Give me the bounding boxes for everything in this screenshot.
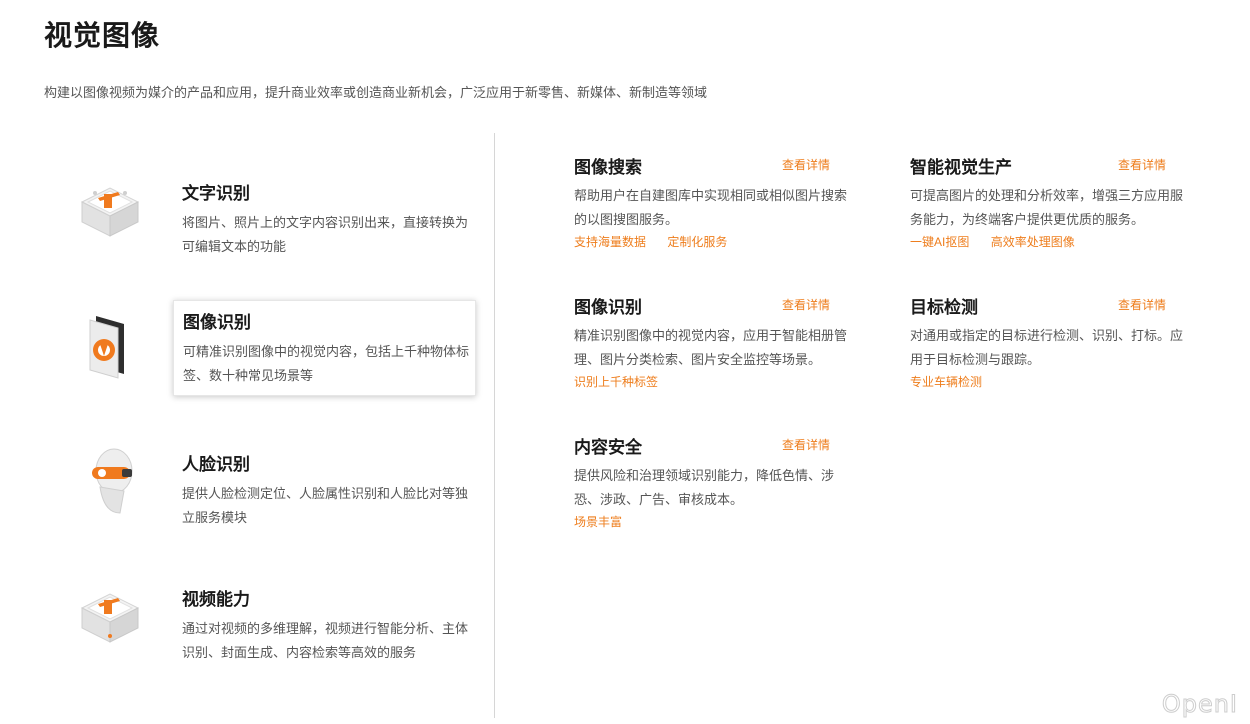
category-title: 图像识别 (183, 313, 251, 332)
category-description: 将图片、照片上的文字内容识别出来，直接转换为可编辑文本的功能 (182, 215, 469, 254)
product-title: 智能视觉生产 (910, 158, 1012, 177)
product-image-search: 图像搜索 查看详情 帮助用户在自建图库中实现相同或相似图片搜索的以图搜图服务。 … (574, 156, 859, 266)
category-description: 通过对视频的多维理解，视频进行智能分析、主体识别、封面生成、内容检索等高效的服务 (182, 621, 469, 660)
category-video[interactable]: 视频能力 通过对视频的多维理解，视频进行智能分析、主体识别、封面生成、内容检索等… (60, 578, 480, 678)
view-details-link[interactable]: 查看详情 (1118, 156, 1166, 174)
category-description: 可精准识别图像中的视觉内容，包括上千种物体标签、数十种常见场景等 (183, 344, 470, 383)
view-details-link[interactable]: 查看详情 (782, 156, 830, 174)
view-details-link[interactable]: 查看详情 (782, 296, 830, 314)
category-card[interactable]: 图像识别 可精准识别图像中的视觉内容，包括上千种物体标签、数十种常见场景等 (173, 300, 476, 396)
watermark: OpenI (1161, 690, 1238, 719)
product-title: 图像识别 (574, 298, 642, 317)
category-title: 视频能力 (182, 590, 250, 609)
product-description: 对通用或指定的目标进行检测、识别、打标。应用于目标检测与跟踪。 (910, 328, 1184, 367)
product-description: 帮助用户在自建图库中实现相同或相似图片搜索的以图搜图服务。 (574, 188, 848, 227)
product-tag[interactable]: 定制化服务 (667, 235, 727, 249)
category-card[interactable]: 文字识别 将图片、照片上的文字内容识别出来，直接转换为可编辑文本的功能 (173, 172, 476, 268)
cube-video-icon (74, 578, 146, 650)
product-title: 图像搜索 (574, 158, 642, 177)
product-content-security: 内容安全 查看详情 提供风险和治理领域识别能力，降低色情、涉恐、涉政、广告、审核… (574, 436, 859, 546)
category-title: 人脸识别 (182, 455, 250, 474)
product-tag[interactable]: 一键AI抠图 (910, 235, 969, 249)
page-description: 构建以图像视频为媒介的产品和应用，提升商业效率或创造商业新机会，广泛应用于新零售… (44, 85, 708, 100)
category-title: 文字识别 (182, 184, 250, 203)
product-tag[interactable]: 识别上千种标签 (574, 375, 658, 389)
product-description: 提供风险和治理领域识别能力，降低色情、涉恐、涉政、广告、审核成本。 (574, 468, 835, 507)
product-tag[interactable]: 专业车辆检测 (910, 375, 982, 389)
category-face-recognition[interactable]: 人脸识别 提供人脸检测定位、人脸属性识别和人脸比对等独立服务模块 (60, 443, 480, 543)
product-image-recognition: 图像识别 查看详情 精准识别图像中的视觉内容，应用于智能相册管理、图片分类检索、… (574, 296, 859, 406)
cube-text-icon (74, 172, 146, 244)
view-details-link[interactable]: 查看详情 (1118, 296, 1166, 314)
category-card[interactable]: 人脸识别 提供人脸检测定位、人脸属性识别和人脸比对等独立服务模块 (173, 443, 476, 539)
page-title: 视觉图像 (44, 20, 161, 51)
product-smart-visual-production: 智能视觉生产 查看详情 可提高图片的处理和分析效率，增强三方应用服务能力，为终端… (910, 156, 1195, 266)
product-tag[interactable]: 高效率处理图像 (991, 235, 1075, 249)
product-tag[interactable]: 场景丰富 (574, 515, 622, 529)
category-description: 提供人脸检测定位、人脸属性识别和人脸比对等独立服务模块 (182, 486, 469, 525)
product-tag[interactable]: 支持海量数据 (574, 235, 646, 249)
product-title: 目标检测 (910, 298, 978, 317)
image-scan-icon (74, 308, 146, 380)
product-description: 精准识别图像中的视觉内容，应用于智能相册管理、图片分类检索、图片安全监控等场景。 (574, 328, 848, 367)
product-description: 可提高图片的处理和分析效率，增强三方应用服务能力，为终端客户提供更优质的服务。 (910, 188, 1184, 227)
product-title: 内容安全 (574, 438, 642, 457)
view-details-link[interactable]: 查看详情 (782, 436, 830, 454)
category-card[interactable]: 视频能力 通过对视频的多维理解，视频进行智能分析、主体识别、封面生成、内容检索等… (173, 578, 476, 674)
column-divider (494, 133, 495, 718)
product-object-detection: 目标检测 查看详情 对通用或指定的目标进行检测、识别、打标。应用于目标检测与跟踪… (910, 296, 1195, 406)
category-text-recognition[interactable]: 文字识别 将图片、照片上的文字内容识别出来，直接转换为可编辑文本的功能 (60, 172, 480, 272)
category-image-recognition[interactable]: 图像识别 可精准识别图像中的视觉内容，包括上千种物体标签、数十种常见场景等 (60, 300, 480, 400)
face-head-icon (74, 443, 146, 515)
